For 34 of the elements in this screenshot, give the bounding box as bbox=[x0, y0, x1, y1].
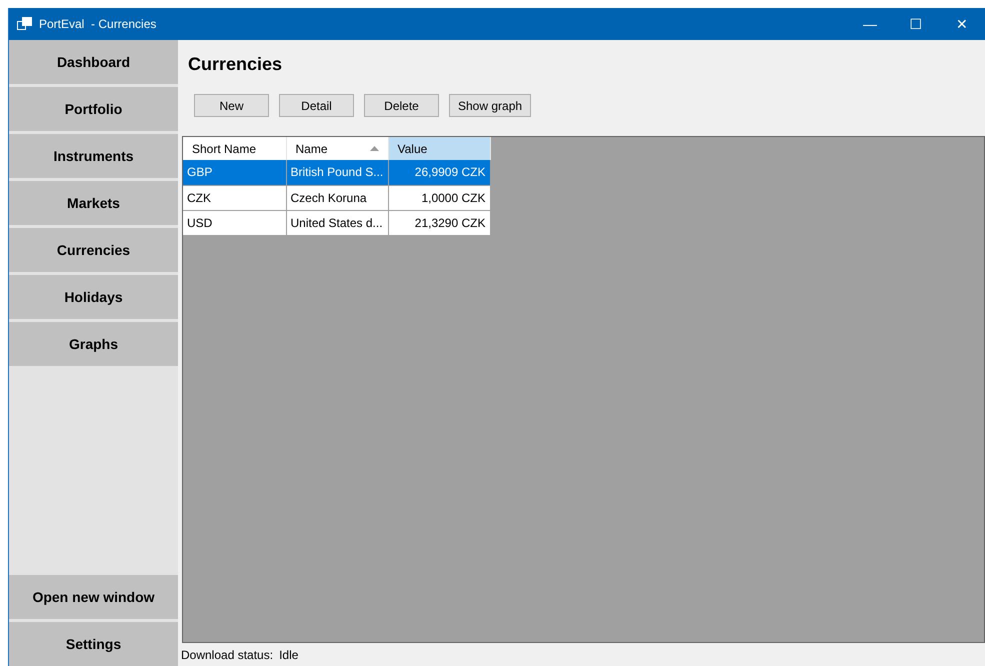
table-cell: GBP bbox=[183, 160, 286, 185]
sidebar-item[interactable]: Holidays bbox=[9, 275, 178, 319]
table-cell: USD bbox=[183, 210, 286, 235]
sidebar-item[interactable]: Currencies bbox=[9, 228, 178, 272]
table-cell: 1,0000 CZK bbox=[388, 185, 490, 210]
window-title: PortEval - Currencies bbox=[39, 16, 156, 33]
column-header[interactable]: Short Name bbox=[183, 137, 286, 160]
page-title: Currencies bbox=[187, 53, 284, 76]
table-cell: British Pound S... bbox=[286, 160, 388, 185]
column-header[interactable]: Name bbox=[286, 137, 388, 160]
status-label: Download status: bbox=[181, 646, 274, 664]
sidebar-item[interactable]: Instruments bbox=[9, 134, 178, 178]
toolbar-button[interactable]: Show graph bbox=[449, 94, 532, 117]
column-header[interactable]: Value bbox=[388, 137, 490, 160]
table-cell: United States d... bbox=[286, 210, 388, 235]
sidebar-item[interactable]: Open new window bbox=[9, 575, 178, 619]
sidebar-item[interactable]: Dashboard bbox=[9, 40, 178, 84]
toolbar-button[interactable]: Delete bbox=[364, 94, 439, 117]
sidebar-item[interactable]: Settings bbox=[9, 622, 178, 666]
close-button[interactable]: ✕ bbox=[939, 8, 985, 40]
table-cell: 21,3290 CZK bbox=[388, 210, 490, 235]
table-cell: Czech Koruna bbox=[286, 185, 388, 210]
sidebar-item[interactable]: Portfolio bbox=[9, 87, 178, 131]
toolbar-button[interactable]: New bbox=[194, 94, 269, 117]
table-cell: CZK bbox=[183, 185, 286, 210]
sidebar-item[interactable]: Graphs bbox=[9, 322, 178, 366]
app-icon bbox=[17, 17, 33, 31]
status-value: Idle bbox=[279, 646, 298, 664]
toolbar-button[interactable]: Detail bbox=[279, 94, 354, 117]
sidebar-item[interactable]: Markets bbox=[9, 181, 178, 225]
maximize-button[interactable]: ☐ bbox=[893, 8, 939, 40]
table-cell: 26,9909 CZK bbox=[388, 160, 490, 185]
sort-ascending-icon bbox=[370, 146, 378, 151]
minimize-button[interactable]: — bbox=[847, 8, 893, 40]
